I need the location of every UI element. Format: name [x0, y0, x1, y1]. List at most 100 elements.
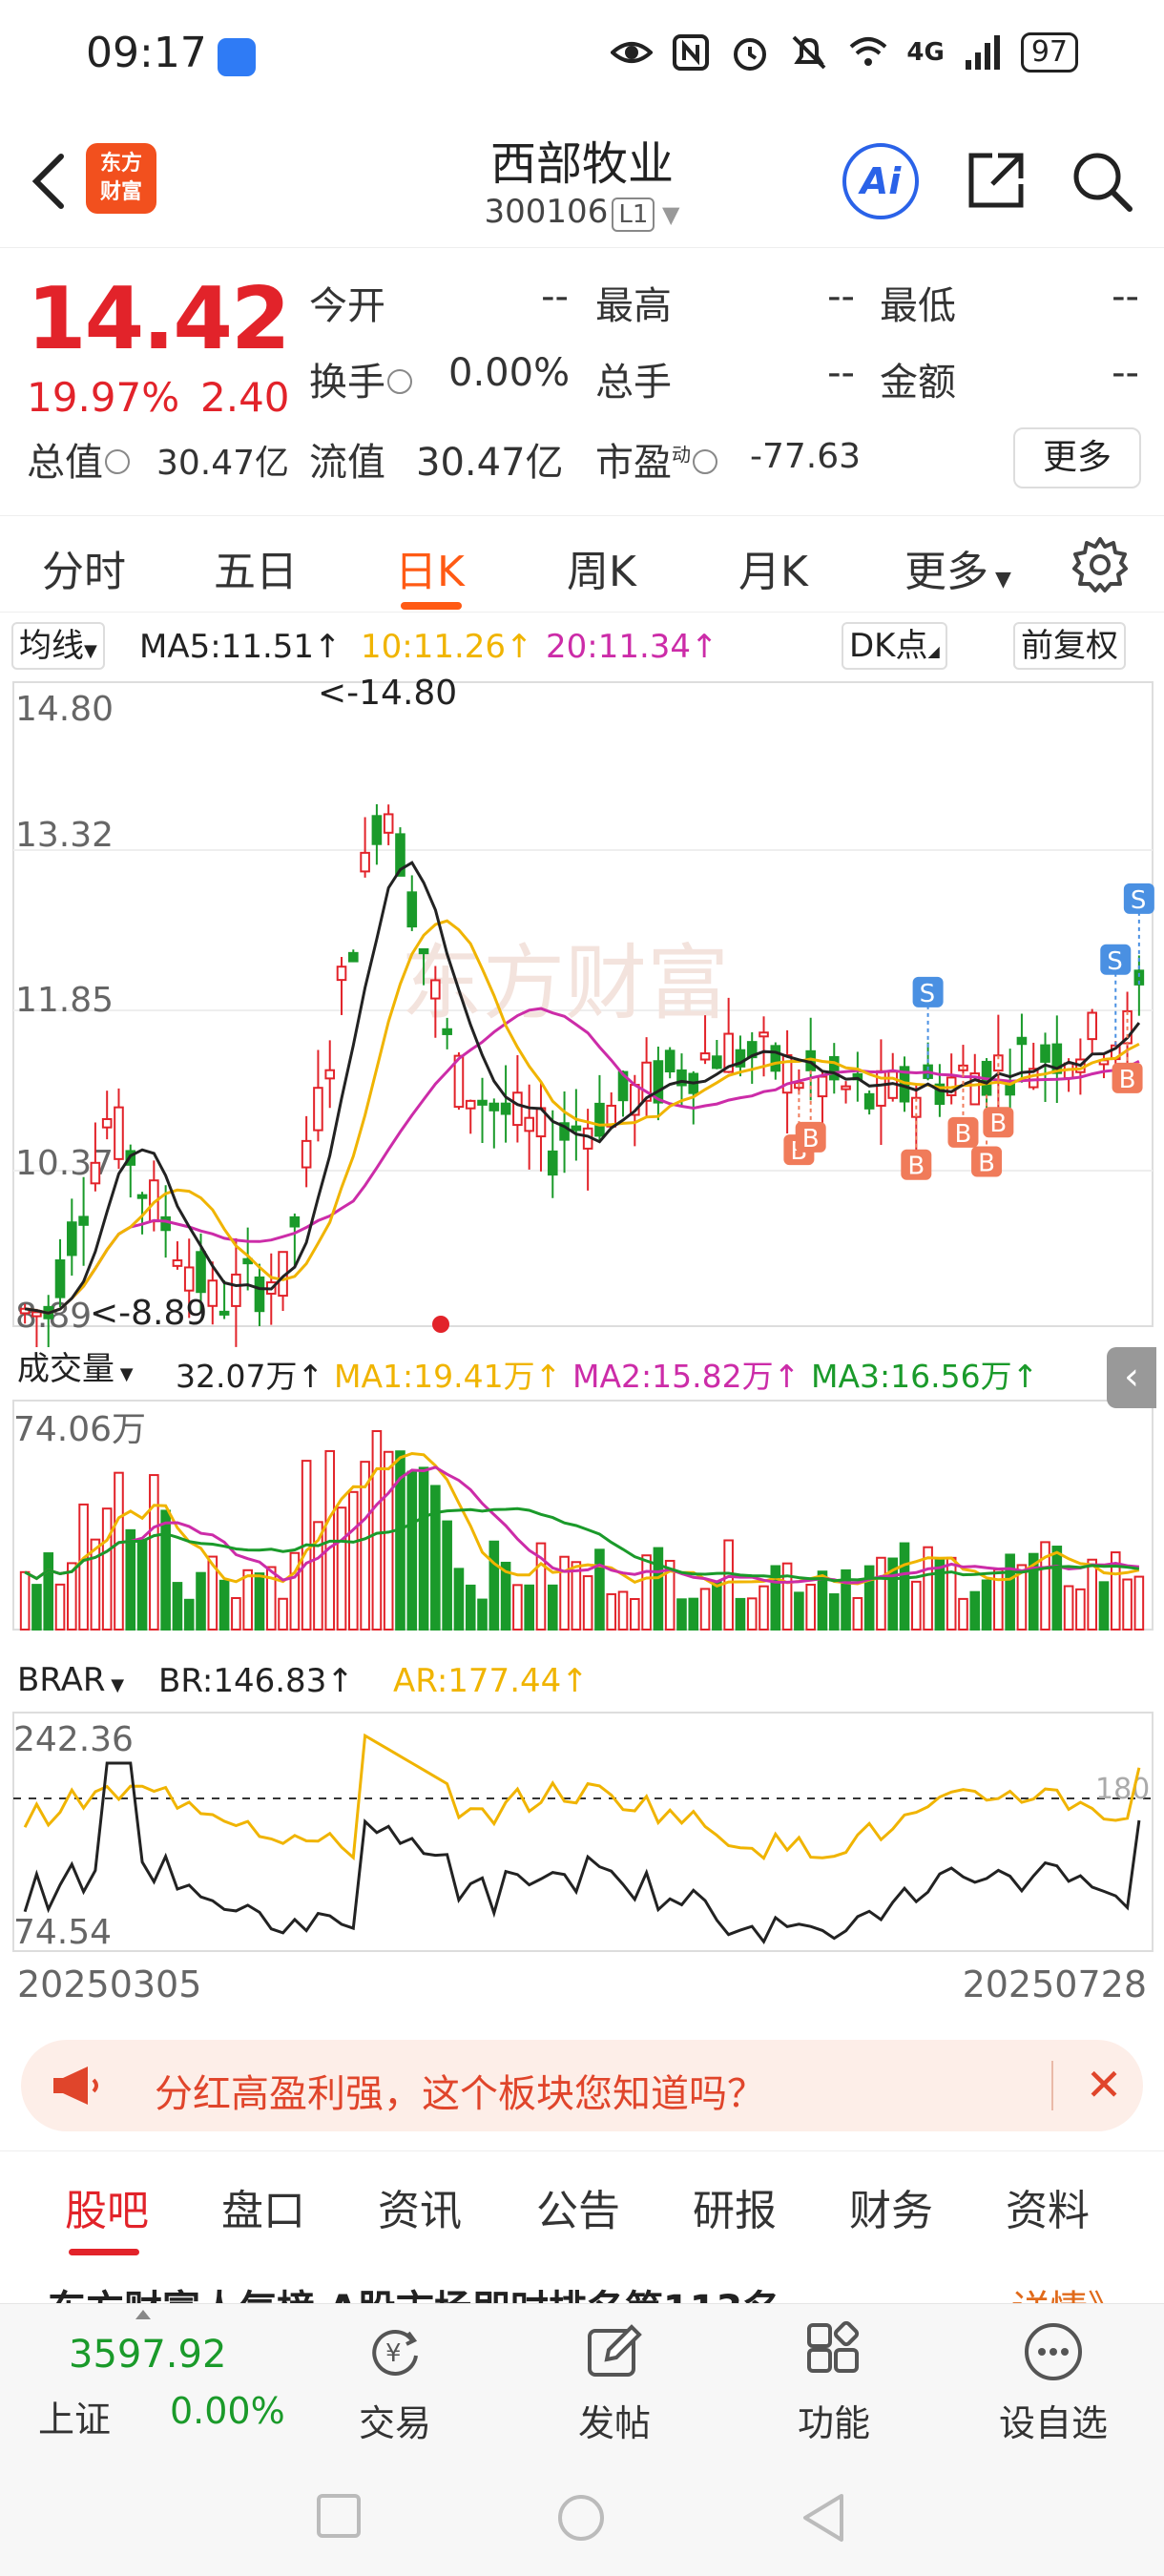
- brar-dropdown[interactable]: BRAR ▼: [11, 1658, 131, 1706]
- info-icon[interactable]: [693, 449, 717, 474]
- date-end: 20250728: [962, 1963, 1147, 2005]
- index-value: 3597.92: [69, 2333, 227, 2377]
- search-icon[interactable]: [1069, 148, 1135, 215]
- kline-chart[interactable]: 东方财富 14.80 13.32 11.85 10.37 8.89 <-14.8…: [0, 673, 1164, 1961]
- candle-body[interactable]: [406, 891, 418, 928]
- vol-ma1-label: MA1:19.41万↑: [334, 1358, 562, 1395]
- collapse-panel-button[interactable]: ‹: [1107, 1347, 1156, 1408]
- candle-body[interactable]: [1087, 1011, 1097, 1041]
- share-icon[interactable]: [964, 148, 1029, 213]
- tab-financials[interactable]: 财务: [849, 2176, 933, 2237]
- candle-body[interactable]: [512, 1091, 523, 1127]
- candle-body[interactable]: [336, 966, 347, 982]
- high-value: --: [827, 275, 855, 319]
- back-nav-icon[interactable]: [800, 2492, 847, 2544]
- recents-icon[interactable]: [315, 2492, 363, 2540]
- candle-body[interactable]: [313, 1087, 323, 1132]
- candle-body[interactable]: [371, 815, 383, 845]
- candle-body[interactable]: [101, 1117, 113, 1129]
- gear-icon[interactable]: [1070, 535, 1130, 594]
- candle-body[interactable]: [759, 1031, 769, 1038]
- ranking-detail-link[interactable]: 详情》: [1011, 2278, 1126, 2305]
- candle-body[interactable]: [90, 1161, 101, 1185]
- candle-body[interactable]: [430, 979, 441, 1000]
- candle-body[interactable]: [301, 1139, 312, 1169]
- candle-body[interactable]: [172, 1259, 183, 1267]
- index-quote[interactable]: 3597.92 上证 0.00%: [0, 2304, 286, 2455]
- volume-bar: [512, 1584, 523, 1631]
- candle-body[interactable]: [817, 1075, 828, 1098]
- candle-body[interactable]: [383, 813, 394, 834]
- volume-bar: [1075, 1588, 1086, 1631]
- candle-body[interactable]: [136, 1194, 148, 1199]
- candle-body[interactable]: [442, 1028, 452, 1035]
- info-icon[interactable]: [105, 449, 130, 474]
- tab-weekly-k[interactable]: 周K: [567, 537, 636, 598]
- ma-indicator-dropdown[interactable]: 均线▼: [11, 622, 105, 670]
- tab-research[interactable]: 研报: [693, 2176, 777, 2237]
- ai-button[interactable]: Ai: [842, 143, 919, 219]
- nav-favorite[interactable]: 设自选: [987, 2321, 1120, 2446]
- info-icon[interactable]: [387, 369, 412, 394]
- tab-forum[interactable]: 股吧: [65, 2176, 149, 2237]
- tab-orderbook[interactable]: 盘口: [221, 2176, 305, 2237]
- candle-body[interactable]: [863, 1092, 875, 1110]
- candle-body[interactable]: [231, 1273, 241, 1307]
- dk-point-button[interactable]: DK点◢: [842, 622, 947, 670]
- candle-body[interactable]: [196, 1251, 206, 1294]
- candle-body[interactable]: [1016, 1036, 1028, 1046]
- tab-daily-k[interactable]: 日K: [395, 537, 465, 598]
- nav-apps[interactable]: 功能: [767, 2321, 901, 2446]
- candle-body[interactable]: [500, 1102, 511, 1115]
- tab-profile[interactable]: 资料: [1006, 2176, 1090, 2237]
- tab-five-day[interactable]: 五日: [214, 537, 298, 598]
- candle-body[interactable]: [547, 1150, 558, 1176]
- nav-trade[interactable]: ¥ 交易: [328, 2321, 462, 2446]
- candle-body[interactable]: [664, 1049, 676, 1073]
- candle-body[interactable]: [360, 851, 370, 873]
- signal-label: B: [802, 1125, 820, 1153]
- candle-body[interactable]: [54, 1259, 66, 1298]
- candle-body[interactable]: [348, 951, 359, 963]
- candle-body[interactable]: [770, 1045, 781, 1072]
- nav-post[interactable]: 发帖: [548, 2321, 681, 2446]
- volume-dropdown[interactable]: 成交量 ▼: [11, 1347, 139, 1395]
- candle-body[interactable]: [477, 1099, 488, 1106]
- candle-body[interactable]: [571, 1125, 582, 1132]
- candle-body[interactable]: [67, 1221, 77, 1257]
- candle-body[interactable]: [218, 1310, 230, 1316]
- promo-banner[interactable]: 分红高盈利强，这个板块您知道吗？ ✕: [21, 2040, 1143, 2131]
- candle-body[interactable]: [488, 1102, 500, 1111]
- candle-body[interactable]: [160, 1215, 171, 1232]
- volume-bar: [371, 1430, 383, 1631]
- candle-body[interactable]: [1040, 1044, 1050, 1063]
- candle-body[interactable]: [289, 1215, 301, 1228]
- candle-body[interactable]: [418, 947, 429, 955]
- tab-intraday[interactable]: 分时: [42, 537, 126, 598]
- ranking-row[interactable]: 东方财富人气榜 A股市场即时排名第113名 详情》: [0, 2257, 1164, 2305]
- tab-monthly-k[interactable]: 月K: [738, 537, 808, 598]
- volume-dropdown-label: 成交量: [17, 1350, 114, 1388]
- close-icon[interactable]: ✕: [1080, 2061, 1128, 2109]
- candle-body[interactable]: [207, 1279, 218, 1307]
- candle-body[interactable]: [594, 1102, 605, 1137]
- volume-bar: [712, 1581, 722, 1631]
- candle-body[interactable]: [841, 1085, 851, 1091]
- home-icon[interactable]: [555, 2492, 607, 2544]
- candle-body[interactable]: [712, 1055, 722, 1070]
- candle-body[interactable]: [114, 1106, 124, 1160]
- candle-body[interactable]: [699, 1052, 711, 1061]
- candle-body[interactable]: [524, 1116, 534, 1132]
- tab-news[interactable]: 资讯: [378, 2176, 462, 2237]
- more-quote-button[interactable]: 更多: [1013, 427, 1141, 488]
- candle-body[interactable]: [31, 1311, 42, 1318]
- candle-body[interactable]: [465, 1099, 476, 1110]
- candle-body[interactable]: [254, 1276, 265, 1313]
- adjust-button[interactable]: 前复权: [1013, 622, 1126, 670]
- signal-label: S: [1107, 947, 1123, 976]
- candle-body[interactable]: [78, 1215, 89, 1226]
- tab-announcements[interactable]: 公告: [536, 2176, 620, 2237]
- candle-body[interactable]: [324, 1069, 336, 1080]
- tab-more[interactable]: 更多 ▼: [904, 537, 1011, 598]
- candle-body[interactable]: [183, 1266, 195, 1292]
